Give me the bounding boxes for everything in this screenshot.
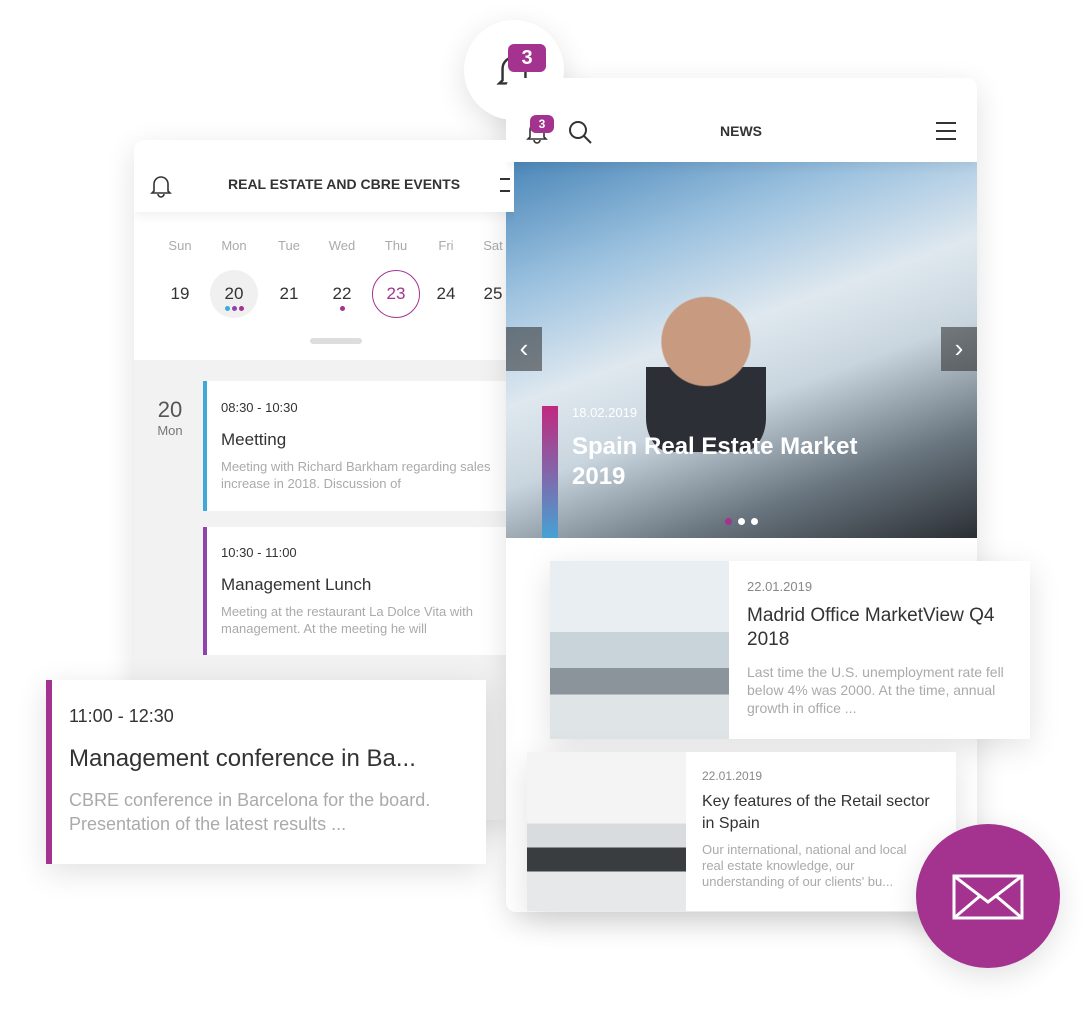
article-date: 22.01.2019 — [747, 579, 813, 594]
accent-bar — [542, 406, 558, 538]
date-cell[interactable]: 23 — [372, 270, 420, 318]
mail-icon — [952, 874, 1024, 920]
event-card[interactable]: 08:30 - 10:30 Meetting Meeting with Rich… — [203, 381, 514, 511]
news-header: 3 NEWS — [506, 78, 977, 162]
carousel-dots — [722, 518, 761, 525]
date-cell[interactable]: 24 — [422, 270, 470, 318]
event-time: 08:30 - 10:30 — [221, 400, 298, 415]
carousel-dot[interactable] — [725, 518, 732, 525]
hero-image — [646, 282, 766, 452]
day-label: 20 Mon — [148, 397, 192, 438]
search-icon[interactable] — [568, 120, 594, 146]
menu-icon[interactable] — [500, 178, 510, 192]
article-card[interactable]: 22.01.2019 Madrid Office MarketView Q4 2… — [550, 561, 1030, 739]
prev-arrow[interactable]: ‹ — [506, 327, 542, 371]
event-desc: Meeting with Richard Barkham regarding s… — [221, 459, 491, 491]
day-name: Mon — [157, 423, 183, 438]
next-arrow[interactable]: › — [941, 327, 977, 371]
article-title: Key features of the Retail sector in Spa… — [702, 793, 930, 832]
date-cell[interactable]: 21 — [265, 270, 313, 318]
weekday-label: Fri — [438, 238, 454, 253]
article-desc: Last time the U.S. unemployment rate fel… — [747, 664, 1004, 716]
article-date: 22.01.2019 — [702, 769, 763, 783]
news-title: NEWS — [720, 123, 762, 139]
event-card[interactable]: 10:30 - 11:00 Management Lunch Meeting a… — [203, 527, 514, 655]
hero-title[interactable]: Spain Real Estate Market 2019 — [572, 432, 892, 492]
carousel-dot[interactable] — [751, 518, 758, 525]
article-desc: Our international, national and local re… — [702, 842, 907, 889]
bell-icon[interactable] — [150, 174, 172, 198]
event-time: 11:00 - 12:30 — [69, 706, 174, 726]
weekday-label: Wed — [328, 238, 356, 253]
event-title: Meetting — [221, 430, 287, 449]
event-dots — [210, 306, 258, 311]
notification-badge: 3 — [508, 44, 546, 72]
date-cell[interactable]: 19 — [156, 270, 204, 318]
event-time: 10:30 - 11:00 — [221, 545, 297, 560]
menu-icon[interactable] — [936, 122, 956, 140]
weekday-label: Thu — [384, 238, 408, 253]
day-number: 20 — [157, 397, 183, 422]
featured-event-card[interactable]: 11:00 - 12:30 Management conference in B… — [46, 680, 486, 864]
calendar-header: REAL ESTATE AND CBRE EVENTS — [134, 140, 514, 212]
carousel-dot[interactable] — [738, 518, 745, 525]
article-title: Madrid Office MarketView Q4 2018 — [747, 605, 995, 650]
article-card[interactable]: 22.01.2019 Key features of the Retail se… — [527, 752, 956, 911]
drag-handle[interactable] — [310, 338, 362, 344]
article-image — [527, 752, 686, 911]
event-dots — [318, 306, 366, 311]
weekday-label: Sun — [168, 238, 192, 253]
hero-carousel[interactable]: ‹ › 18.02.2019 Spain Real Estate Market … — [506, 162, 977, 538]
article-image — [550, 561, 729, 739]
notification-badge: 3 — [530, 115, 554, 133]
calendar-title: REAL ESTATE AND CBRE EVENTS — [228, 176, 461, 192]
event-title: Management Lunch — [221, 575, 372, 594]
hero-date: 18.02.2019 — [572, 405, 638, 420]
mail-button[interactable] — [916, 824, 1060, 968]
event-desc: CBRE conference in Barcelona for the boa… — [69, 790, 431, 834]
event-desc: Meeting at the restaurant La Dolce Vita … — [221, 604, 473, 636]
weekday-label: Tue — [278, 238, 300, 253]
event-title: Management conference in Ba... — [69, 745, 416, 772]
weekday-label: Mon — [221, 238, 247, 253]
week-strip: Sun 19 Mon 20 Tue 21 Wed 22 Thu 23 Fri 24 Sat 25 — [134, 212, 514, 360]
